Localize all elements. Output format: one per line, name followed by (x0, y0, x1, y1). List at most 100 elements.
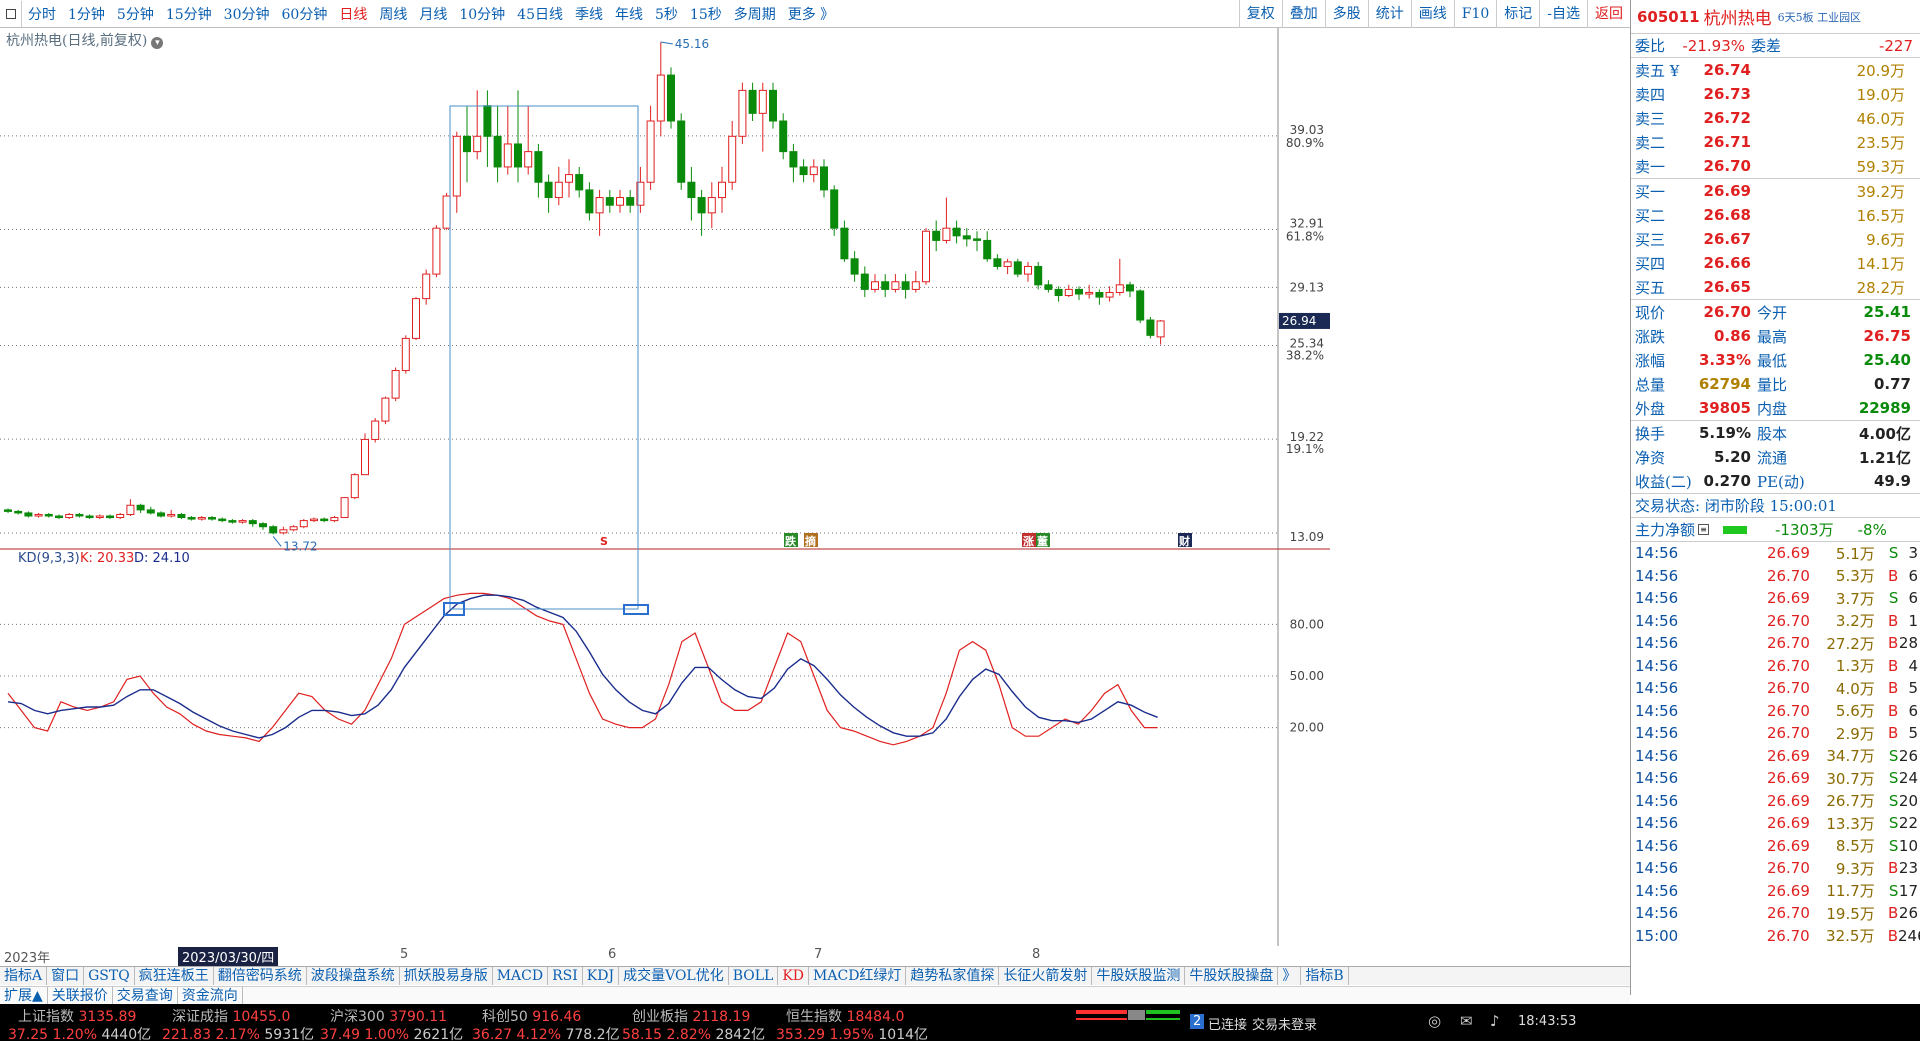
tool-2[interactable]: 多股 (1324, 0, 1368, 28)
indicator-tab-7[interactable]: MACD (493, 967, 549, 985)
bell-icon[interactable]: ♪ (1490, 1012, 1500, 1030)
toggle-panel-icon[interactable] (0, 0, 22, 27)
period-1[interactable]: 1分钟 (62, 4, 111, 24)
indicator-tab-6[interactable]: 抓妖股易身版 (400, 967, 493, 985)
stock-name[interactable]: 杭州热电 (1704, 4, 1772, 29)
indicator-tab-10[interactable]: 成交量VOL优化 (619, 967, 729, 985)
indicator-tab-2[interactable]: GSTQ (84, 967, 135, 985)
bid-row-1[interactable]: 买二 26.68 16.5万 (1631, 203, 1920, 227)
candle-body (248, 520, 257, 525)
stat-row-0-l2: 今开 (1757, 303, 1788, 322)
main-net-label: 主力净额 (1635, 521, 1696, 539)
indicator-tab-13[interactable]: MACD红绿灯 (809, 967, 907, 985)
indicator-tab-4[interactable]: 翻倍密码系统 (214, 967, 307, 985)
tool-8[interactable]: 返回 (1587, 0, 1630, 28)
ask-row-2[interactable]: 卖三 26.72 46.0万 (1631, 106, 1920, 130)
tool-1[interactable]: 叠加 (1281, 0, 1325, 28)
kline-chart[interactable]: 39.0380.9%32.9161.8%29.1325.3438.2%19.22… (0, 28, 1330, 946)
bid-row-0-price: 26.69 (1703, 182, 1751, 200)
period-6[interactable]: 日线 (333, 4, 373, 24)
chat-icon[interactable]: ✉ (1460, 1012, 1473, 1030)
period-8[interactable]: 月线 (413, 4, 453, 24)
bid-row-0[interactable]: 买一 26.69 39.2万 (1631, 179, 1920, 203)
tick-price: 26.69 (1766, 544, 1810, 563)
price-label: 38.2% (1286, 348, 1324, 362)
index-change-4: 58.15 2.82% 2842亿 (622, 1024, 765, 1041)
bid-row-4[interactable]: 买五 26.65 28.2万 (1631, 275, 1920, 299)
doc-icon[interactable]: ≡ (1698, 524, 1710, 535)
indicator-tab-18[interactable]: 》 (1278, 967, 1302, 985)
tick-row: 14:56 26.70 1.3万 B 4 (1633, 655, 1918, 678)
indicator-tab-3[interactable]: 疯狂连板王 (135, 967, 214, 985)
kd-k-value: K: 20.33 (80, 551, 134, 566)
price-label: 13.09 (1290, 530, 1324, 544)
index-4[interactable]: 创业板指 2118.19 (632, 1006, 750, 1026)
period-16[interactable]: 更多 》 (782, 4, 840, 24)
bid-row-3[interactable]: 买四 26.66 14.1万 (1631, 251, 1920, 275)
period-0[interactable]: 分时 (22, 4, 62, 24)
ask-row-3[interactable]: 卖二 26.71 23.5万 (1631, 130, 1920, 154)
period-2[interactable]: 5分钟 (111, 4, 160, 24)
ext-tab-2[interactable]: 交易查询 (113, 987, 178, 1004)
candle-body (809, 166, 818, 176)
candle-body (85, 515, 94, 519)
candle-body (422, 273, 431, 300)
period-10[interactable]: 45日线 (511, 4, 569, 24)
period-14[interactable]: 15秒 (684, 4, 728, 24)
period-12[interactable]: 年线 (609, 4, 649, 24)
period-15[interactable]: 多周期 (728, 4, 782, 24)
login-label[interactable]: 交易未登录 (1252, 1014, 1317, 1033)
headset-icon[interactable]: ◎ (1428, 1012, 1441, 1030)
tick-time: 14:56 (1635, 656, 1679, 675)
tick-time: 14:56 (1635, 791, 1679, 810)
indicator-tab-0[interactable]: 指标A (0, 967, 48, 985)
index-5[interactable]: 恒生指数 18484.0 (786, 1006, 904, 1026)
candle-body (575, 174, 584, 191)
tick-side: S (1888, 881, 1899, 900)
index-3[interactable]: 科创50 916.46 (482, 1006, 581, 1026)
price-label: 29.13 (1290, 280, 1324, 294)
quote-stats2: 换手 5.19% 股本 4.00亿 净资 5.20 流通 1.21亿 收益(二)… (1631, 421, 1920, 494)
index-name: 上证指数 (18, 1009, 74, 1025)
period-13[interactable]: 5秒 (649, 4, 684, 24)
tool-3[interactable]: 统计 (1367, 0, 1411, 28)
tool-4[interactable]: 画线 (1410, 0, 1454, 28)
period-7[interactable]: 周线 (373, 4, 413, 24)
period-11[interactable]: 季线 (569, 4, 609, 24)
tool-7[interactable]: -自选 (1539, 0, 1587, 28)
indicator-tab-5[interactable]: 波段操盘系统 (307, 967, 400, 985)
tool-6[interactable]: 标记 (1496, 0, 1539, 28)
tick-list[interactable]: 14:56 26.69 5.1万 S 3 14:56 26.70 5.3万 B … (1631, 542, 1920, 947)
indicator-tab-8[interactable]: RSI (548, 967, 583, 985)
indicator-tab-15[interactable]: 长征火箭发射 (999, 967, 1093, 985)
index-0[interactable]: 上证指数 3135.89 (18, 1006, 136, 1026)
ext-tab-0[interactable]: 扩展▲ (0, 987, 48, 1004)
period-9[interactable]: 10分钟 (453, 4, 511, 24)
ask-row-4[interactable]: 卖一 26.70 59.3万 (1631, 154, 1920, 178)
indicator-tab-17[interactable]: 牛股妖股操盘 (1185, 967, 1279, 985)
index-1[interactable]: 深证成指 10455.0 (172, 1006, 290, 1026)
period-3[interactable]: 15分钟 (160, 4, 218, 24)
indicator-tab-14[interactable]: 趋势私家值探 (906, 967, 1000, 985)
period-toolbar: 分时 1分钟 5分钟 15分钟 30分钟 60分钟 日线 周线 月线 10分钟 45日线 季线 年线 5秒… (0, 0, 1630, 28)
indicator-tab-19[interactable]: 指标B (1301, 967, 1349, 985)
indicator-tab-12[interactable]: KD (778, 967, 810, 985)
ext-tab-1[interactable]: 关联报价 (48, 987, 113, 1004)
indicator-tab-9[interactable]: KDJ (583, 967, 620, 985)
ask-row-1-vol: 19.0万 (1856, 85, 1905, 104)
high-price-label: 45.16 (675, 37, 709, 51)
ask-row-0[interactable]: 卖五 ¥ 26.74 20.9万 (1631, 58, 1920, 82)
candle-body (55, 515, 63, 519)
bid-row-2[interactable]: 买三 26.67 9.6万 (1631, 227, 1920, 251)
tick-row: 15:00 26.70 32.5万 B 246 (1633, 925, 1920, 948)
indicator-tab-11[interactable]: BOLL (729, 967, 779, 985)
tool-5[interactable]: F10 (1453, 0, 1497, 28)
index-2[interactable]: 沪深300 3790.11 (330, 1006, 447, 1026)
period-4[interactable]: 30分钟 (218, 4, 276, 24)
period-5[interactable]: 60分钟 (276, 4, 334, 24)
ask-row-1[interactable]: 卖四 26.73 19.0万 (1631, 82, 1920, 106)
indicator-tab-16[interactable]: 牛股妖股监测 (1092, 967, 1186, 985)
tool-0[interactable]: 复权 (1238, 0, 1282, 28)
indicator-tab-1[interactable]: 窗口 (47, 967, 85, 985)
ext-tab-3[interactable]: 资金流向 (178, 987, 243, 1004)
